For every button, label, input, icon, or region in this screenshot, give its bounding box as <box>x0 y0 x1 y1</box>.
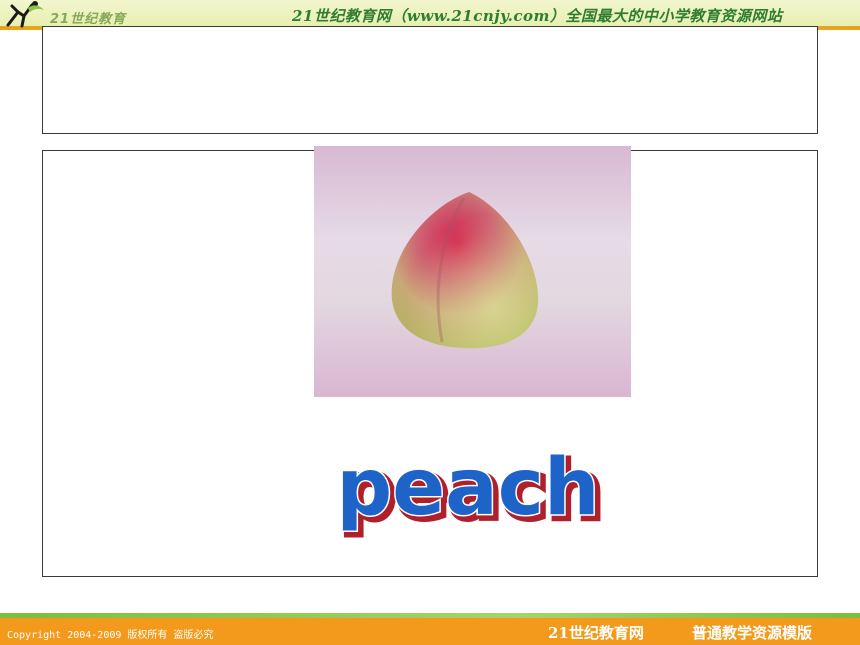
peach-icon <box>391 192 539 349</box>
footer-tagline: 普通教学资源模版 <box>692 624 813 642</box>
vocabulary-word: peach peach <box>300 432 640 552</box>
top-text-box <box>42 26 818 134</box>
copyright-text: Copyright 2004-2009 版权所有 盗版必究 <box>7 630 214 641</box>
runner-logo-icon <box>6 1 44 28</box>
logo-text: 21世纪教育 <box>50 12 127 27</box>
word-text: peach <box>336 443 599 533</box>
peach-image <box>314 146 631 397</box>
footer-band: Copyright 2004-2009 版权所有 盗版必究 21世纪教育网 普通… <box>0 618 860 645</box>
header-slogan: 21世纪教育网（www.21cnjy.com）全国最大的中小学教育资源网站 <box>292 7 783 25</box>
footer-site-name: 21世纪教育网 <box>548 624 644 642</box>
